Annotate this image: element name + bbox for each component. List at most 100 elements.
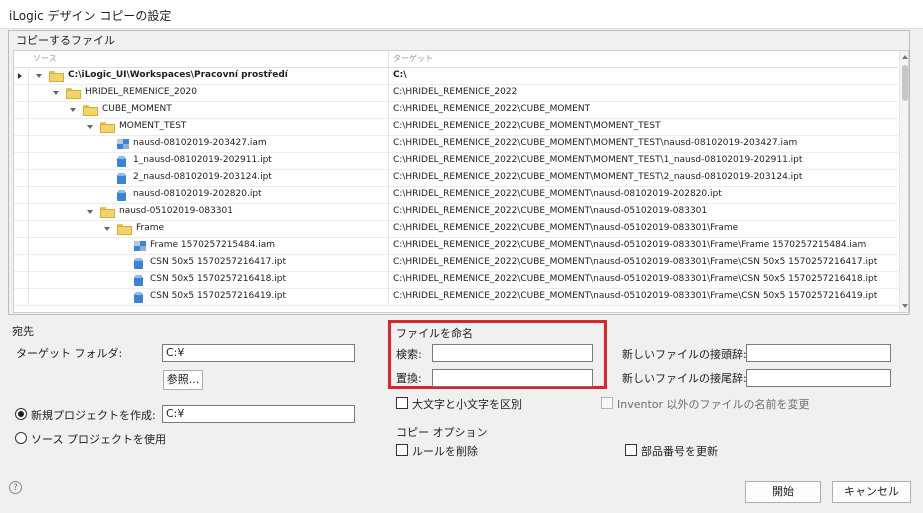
target-cell[interactable]: C:\HRIDEL_REMENICE_2022\CUBE_MOMENT\MOME… <box>390 153 896 169</box>
source-cell[interactable]: C:\iLogic_UI\Workspaces\Pracovní prostře… <box>29 68 389 84</box>
copy-options-heading: コピー オプション <box>396 426 488 439</box>
source-cell[interactable]: CSN 50x5 1570257216419.ipt <box>29 289 389 305</box>
target-cell[interactable]: C:\HRIDEL_REMENICE_2022\CUBE_MOMENT\naus… <box>390 238 896 254</box>
row-selector[interactable] <box>14 204 29 220</box>
browse-button[interactable]: 参照... <box>163 370 203 390</box>
source-cell[interactable]: nausd-08102019-202820.ipt <box>29 187 389 203</box>
row-selector[interactable] <box>14 136 29 152</box>
table-row[interactable]: Frame 1570257215484.iam C:\HRIDEL_REMENIC… <box>14 238 898 255</box>
source-cell[interactable]: CSN 50x5 1570257216417.ipt <box>29 255 389 271</box>
grid-vertical-scrollbar[interactable] <box>899 51 908 312</box>
source-path-text: MOMENT_TEST <box>119 121 187 131</box>
target-cell[interactable]: C:\HRIDEL_REMENICE_2022\CUBE_MOMENT\naus… <box>390 289 896 305</box>
table-row[interactable]: nausd-08102019-203427.iam C:\HRIDEL_REMEN… <box>14 136 898 153</box>
expand-chevron-icon[interactable] <box>36 74 42 78</box>
expand-chevron-icon[interactable] <box>53 91 59 95</box>
target-cell[interactable]: C:\HRIDEL_REMENICE_2022\CUBE_MOMENT\MOME… <box>390 119 896 135</box>
row-selector[interactable] <box>14 221 29 237</box>
start-button[interactable]: 開始 <box>745 481 821 503</box>
target-path-text: C:\HRIDEL_REMENICE_2022\CUBE_MOMENT\naus… <box>393 274 878 284</box>
source-cell[interactable]: Frame 1570257215484.iam <box>29 238 389 254</box>
target-cell[interactable]: C:\HRIDEL_REMENICE_2022 <box>390 85 896 101</box>
delete-rules-label[interactable]: ルールを削除 <box>412 443 478 459</box>
target-cell[interactable]: C:\ <box>390 68 896 84</box>
title-bar: iLogic デザイン コピーの設定 <box>0 0 923 29</box>
case-sensitive-checkbox[interactable] <box>396 397 408 409</box>
target-path-text: C:\HRIDEL_REMENICE_2022\CUBE_MOMENT\naus… <box>393 257 878 267</box>
source-cell[interactable]: 1_nausd-08102019-202911.ipt <box>29 153 389 169</box>
table-row[interactable]: CSN 50x5 1570257216419.ipt C:\HRIDEL_REME… <box>14 289 898 306</box>
files-tree-grid[interactable]: ソース ターゲット C:\iLogic_UI\Workspaces\Pracov… <box>13 50 909 313</box>
row-selector[interactable] <box>14 85 29 101</box>
row-selector[interactable] <box>14 119 29 135</box>
delete-rules-checkbox[interactable] <box>396 444 408 456</box>
target-column-header[interactable]: ターゲット <box>393 53 433 64</box>
target-folder-input[interactable]: C:¥ <box>162 344 355 362</box>
search-input[interactable] <box>432 344 593 362</box>
source-cell[interactable]: nausd-08102019-203427.iam <box>29 136 389 152</box>
case-sensitive-label[interactable]: 大文字と小文字を区別 <box>412 396 522 412</box>
row-selector[interactable] <box>14 102 29 118</box>
row-selector[interactable] <box>14 272 29 288</box>
table-row[interactable]: CSN 50x5 1570257216417.ipt C:\HRIDEL_REME… <box>14 255 898 272</box>
expand-chevron-icon[interactable] <box>70 108 76 112</box>
new-project-radio[interactable] <box>15 408 27 420</box>
replace-input[interactable] <box>432 369 593 387</box>
table-row[interactable]: Frame C:\HRIDEL_REMENICE_2022\CUBE_MOMENT… <box>14 221 898 238</box>
source-cell[interactable]: nausd-05102019-083301 <box>29 204 389 220</box>
cancel-button[interactable]: キャンセル <box>832 481 911 503</box>
update-part-number-label[interactable]: 部品番号を更新 <box>641 443 718 459</box>
table-row[interactable]: C:\iLogic_UI\Workspaces\Pracovní prostře… <box>14 68 898 85</box>
new-project-input[interactable]: C:¥ <box>162 405 355 423</box>
table-row[interactable]: CSN 50x5 1570257216418.ipt C:\HRIDEL_REME… <box>14 272 898 289</box>
expand-chevron-icon[interactable] <box>104 227 110 231</box>
table-row[interactable]: nausd-05102019-083301 C:\HRIDEL_REMENICE_… <box>14 204 898 221</box>
row-selector[interactable] <box>14 187 29 203</box>
suffix-input[interactable] <box>746 369 891 387</box>
table-row[interactable]: 2_nausd-08102019-203124.ipt C:\HRIDEL_REM… <box>14 170 898 187</box>
target-cell[interactable]: C:\HRIDEL_REMENICE_2022\CUBE_MOMENT\naus… <box>390 221 896 237</box>
scroll-up-icon[interactable] <box>902 55 908 59</box>
table-row[interactable]: 1_nausd-08102019-202911.ipt C:\HRIDEL_REM… <box>14 153 898 170</box>
target-cell[interactable]: C:\HRIDEL_REMENICE_2022\CUBE_MOMENT\MOME… <box>390 170 896 186</box>
source-column-header[interactable]: ソース <box>33 53 57 64</box>
scroll-down-icon[interactable] <box>902 304 908 308</box>
new-project-label[interactable]: 新規プロジェクトを作成: <box>31 407 156 423</box>
table-row[interactable]: HRIDEL_REMENICE_2020 C:\HRIDEL_REMENICE_2… <box>14 85 898 102</box>
target-cell[interactable]: C:\HRIDEL_REMENICE_2022\CUBE_MOMENT\naus… <box>390 255 896 271</box>
source-cell[interactable]: Frame <box>29 221 389 237</box>
expand-chevron-icon[interactable] <box>87 125 93 129</box>
row-selector[interactable] <box>14 238 29 254</box>
column-separator[interactable] <box>388 51 389 67</box>
table-row[interactable]: MOMENT_TEST C:\HRIDEL_REMENICE_2022\CUBE_… <box>14 119 898 136</box>
target-cell[interactable]: C:\HRIDEL_REMENICE_2022\CUBE_MOMENT\naus… <box>390 272 896 288</box>
target-cell[interactable]: C:\HRIDEL_REMENICE_2022\CUBE_MOMENT\naus… <box>390 187 896 203</box>
row-selector[interactable] <box>14 68 29 84</box>
row-selector[interactable] <box>14 170 29 186</box>
source-project-label[interactable]: ソース プロジェクトを使用 <box>31 431 166 447</box>
prefix-input[interactable] <box>746 344 891 362</box>
target-cell[interactable]: C:\HRIDEL_REMENICE_2022\CUBE_MOMENT\MOME… <box>390 136 896 152</box>
row-selector[interactable] <box>14 289 29 305</box>
source-cell[interactable]: MOMENT_TEST <box>29 119 389 135</box>
row-selector[interactable] <box>14 255 29 271</box>
target-cell[interactable]: C:\HRIDEL_REMENICE_2022\CUBE_MOMENT\naus… <box>390 204 896 220</box>
rename-non-inventor-label[interactable]: Inventor 以外のファイルの名前を変更 <box>617 396 810 412</box>
scroll-thumb[interactable] <box>902 65 908 101</box>
destination-heading: 宛先 <box>12 325 34 338</box>
source-cell[interactable]: 2_nausd-08102019-203124.ipt <box>29 170 389 186</box>
part-icon <box>134 292 143 303</box>
row-selector[interactable] <box>14 153 29 169</box>
source-path-text: 1_nausd-08102019-202911.ipt <box>133 155 272 165</box>
source-cell[interactable]: CSN 50x5 1570257216418.ipt <box>29 272 389 288</box>
rename-non-inventor-checkbox[interactable] <box>601 397 613 409</box>
table-row[interactable]: CUBE_MOMENT C:\HRIDEL_REMENICE_2022\CUBE_… <box>14 102 898 119</box>
table-row[interactable]: nausd-08102019-202820.ipt C:\HRIDEL_REMEN… <box>14 187 898 204</box>
source-cell[interactable]: HRIDEL_REMENICE_2020 <box>29 85 389 101</box>
expand-chevron-icon[interactable] <box>87 210 93 214</box>
source-cell[interactable]: CUBE_MOMENT <box>29 102 389 118</box>
update-part-number-checkbox[interactable] <box>625 444 637 456</box>
source-project-radio[interactable] <box>15 432 27 444</box>
help-icon[interactable]: ? <box>9 481 22 494</box>
target-cell[interactable]: C:\HRIDEL_REMENICE_2022\CUBE_MOMENT <box>390 102 896 118</box>
